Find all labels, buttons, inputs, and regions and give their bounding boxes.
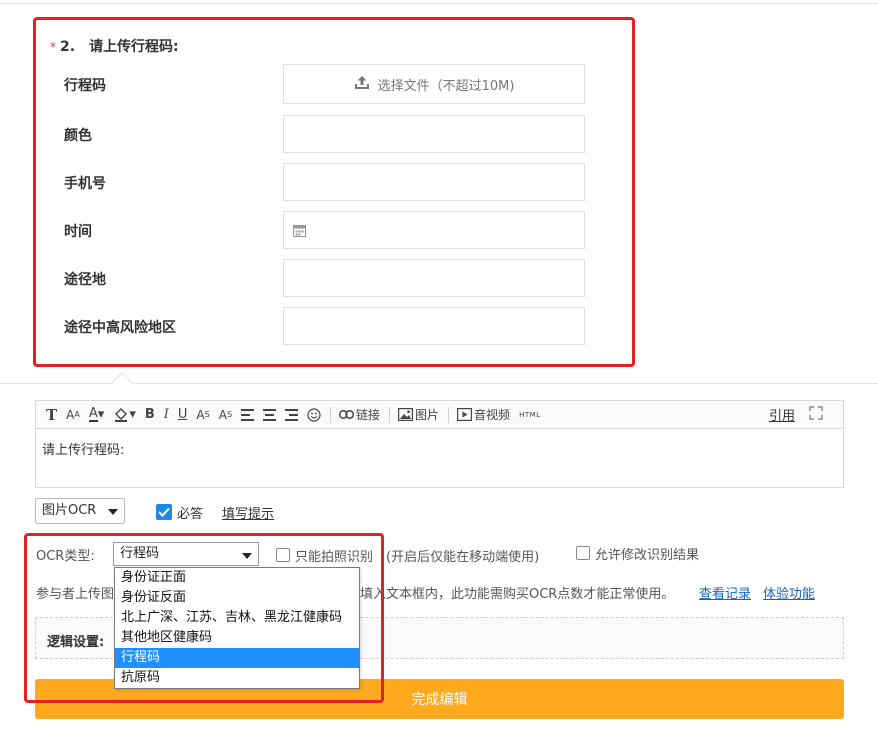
align-center-icon[interactable] <box>263 405 277 425</box>
video-label: 音视频 <box>474 408 511 422</box>
superscript-icon[interactable]: AS <box>219 405 232 425</box>
allow-modify-checkbox[interactable] <box>576 546 590 560</box>
link-label: 链接 <box>356 408 381 422</box>
toolbar-separator <box>448 406 450 423</box>
toolbar-separator <box>389 406 391 423</box>
toolbar-separator <box>330 406 332 423</box>
image-label: 图片 <box>415 408 440 422</box>
bold-icon[interactable]: B <box>145 405 155 425</box>
rich-text-editor: T AA A ▾ ▾ B I U AS AS 链接 图片 音视频 HTML 引用… <box>35 400 844 488</box>
align-left-icon[interactable] <box>241 405 255 425</box>
fullscreen-icon[interactable] <box>809 405 823 424</box>
page: * 2. 请上传行程码: 行程码 选择文件（不超过10M) 颜色 手机号 时间 途径… <box>0 0 878 739</box>
link-button[interactable]: 链接 <box>339 405 380 425</box>
image-button[interactable]: 图片 <box>398 405 439 425</box>
question-type-select[interactable]: 图片OCR <box>35 498 125 524</box>
quote-link[interactable]: 引用 <box>769 405 795 424</box>
ocr-description-suffix: 填入文本框内，此功能需购买OCR点数才能正常使用。 <box>360 587 675 602</box>
fill-hint-link[interactable]: 填写提示 <box>222 503 274 522</box>
required-label: 必答 <box>177 507 204 522</box>
try-feature-link[interactable]: 体验功能 <box>763 583 815 602</box>
only-photo-note: (开启后仅能在移动端使用) <box>386 550 540 565</box>
editor-toolbar: T AA A ▾ ▾ B I U AS AS 链接 图片 音视频 HTML 引用 <box>36 401 843 429</box>
allow-modify-label: 允许修改识别结果 <box>595 548 700 563</box>
underline-icon[interactable]: U <box>178 405 188 425</box>
font-color-icon[interactable]: A ▾ <box>88 405 104 425</box>
subscript-icon[interactable]: AS <box>196 405 209 425</box>
html-button[interactable]: HTML <box>519 405 540 425</box>
emoji-icon[interactable] <box>307 405 321 425</box>
required-checkbox[interactable] <box>156 504 172 520</box>
question-type-value: 图片OCR <box>42 503 97 518</box>
top-divider <box>0 3 878 4</box>
editor-content[interactable]: 请上传行程码: <box>36 429 843 468</box>
pointer-caret-inner <box>111 374 133 385</box>
font-family-icon[interactable]: T <box>46 405 57 425</box>
align-right-icon[interactable] <box>285 405 299 425</box>
checkmark-icon <box>158 507 170 517</box>
toolbar-right: 引用 <box>769 405 823 424</box>
video-button[interactable]: 音视频 <box>457 405 510 425</box>
font-size-icon[interactable]: AA <box>66 405 80 425</box>
chevron-down-icon <box>108 509 118 515</box>
italic-icon[interactable]: I <box>164 405 169 425</box>
background-color-icon[interactable]: ▾ <box>113 405 136 425</box>
view-records-link[interactable]: 查看记录 <box>699 583 751 602</box>
highlight-box-ocr <box>24 533 384 703</box>
highlight-box-form <box>33 17 635 367</box>
